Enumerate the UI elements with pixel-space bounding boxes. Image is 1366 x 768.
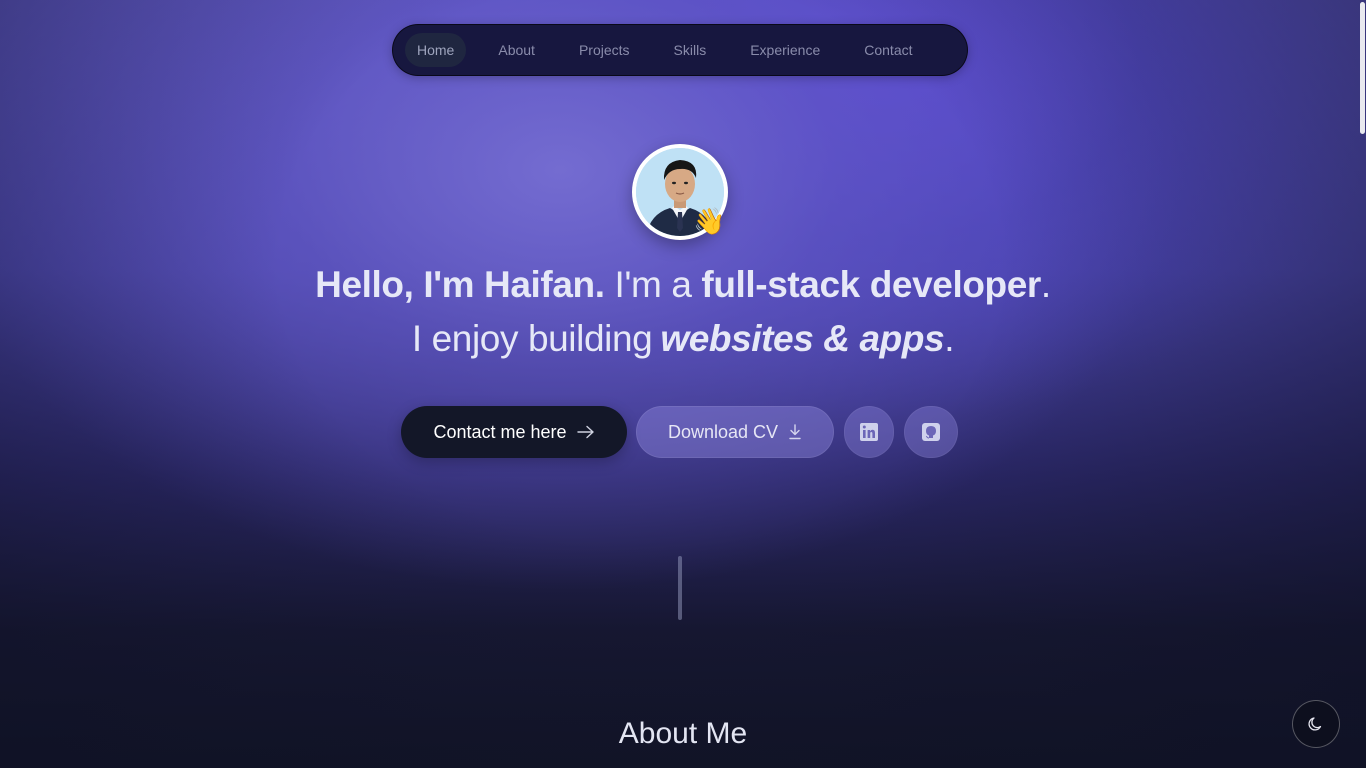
hero-period-2: . — [944, 318, 955, 359]
download-icon — [789, 424, 801, 440]
hero-line-1: Hello, I'm Haifan. I'm a full-stack deve… — [0, 258, 1366, 312]
hero-building-what: websites & apps — [660, 318, 945, 359]
nav-item-home[interactable]: Home — [405, 33, 467, 67]
download-cv-label: Download CV — [667, 421, 779, 442]
about-section-title: About Me — [618, 717, 748, 750]
hero-greeting: Hello, I'm Haifan. — [315, 264, 605, 305]
hero-line-2: I enjoy building websites & apps. — [0, 312, 1366, 366]
hero-role: full-stack developer — [701, 264, 1041, 305]
arrow-right-icon — [576, 425, 594, 439]
hero-headline: Hello, I'm Haifan. I'm a full-stack deve… — [0, 258, 1366, 366]
hero-enjoy: I enjoy building — [411, 318, 653, 359]
scrollbar-thumb[interactable] — [1360, 2, 1365, 134]
hero-period-1: . — [1040, 264, 1051, 305]
page-scrollbar[interactable] — [1358, 0, 1366, 768]
github-icon — [922, 423, 940, 441]
linkedin-button[interactable] — [844, 406, 894, 458]
waving-hand-icon: 👋 — [693, 206, 726, 236]
nav-item-experience[interactable]: Experience — [738, 33, 832, 67]
nav-item-about[interactable]: About — [486, 33, 547, 67]
top-navigation: Home About Projects Skills Experience Co… — [392, 24, 968, 76]
moon-icon — [1308, 717, 1322, 731]
theme-toggle-button[interactable] — [1292, 700, 1340, 748]
nav-item-contact[interactable]: Contact — [852, 33, 924, 67]
nav-item-projects[interactable]: Projects — [567, 33, 642, 67]
nav-item-skills[interactable]: Skills — [662, 33, 719, 67]
hero-im-a: I'm a — [604, 264, 702, 305]
background-vignette — [0, 0, 1366, 768]
download-cv-button[interactable]: Download CV — [636, 406, 834, 458]
github-button[interactable] — [904, 406, 958, 458]
contact-me-button[interactable]: Contact me here — [401, 406, 627, 458]
scroll-indicator — [678, 556, 682, 620]
linkedin-icon — [860, 423, 878, 441]
contact-me-label: Contact me here — [433, 421, 567, 442]
